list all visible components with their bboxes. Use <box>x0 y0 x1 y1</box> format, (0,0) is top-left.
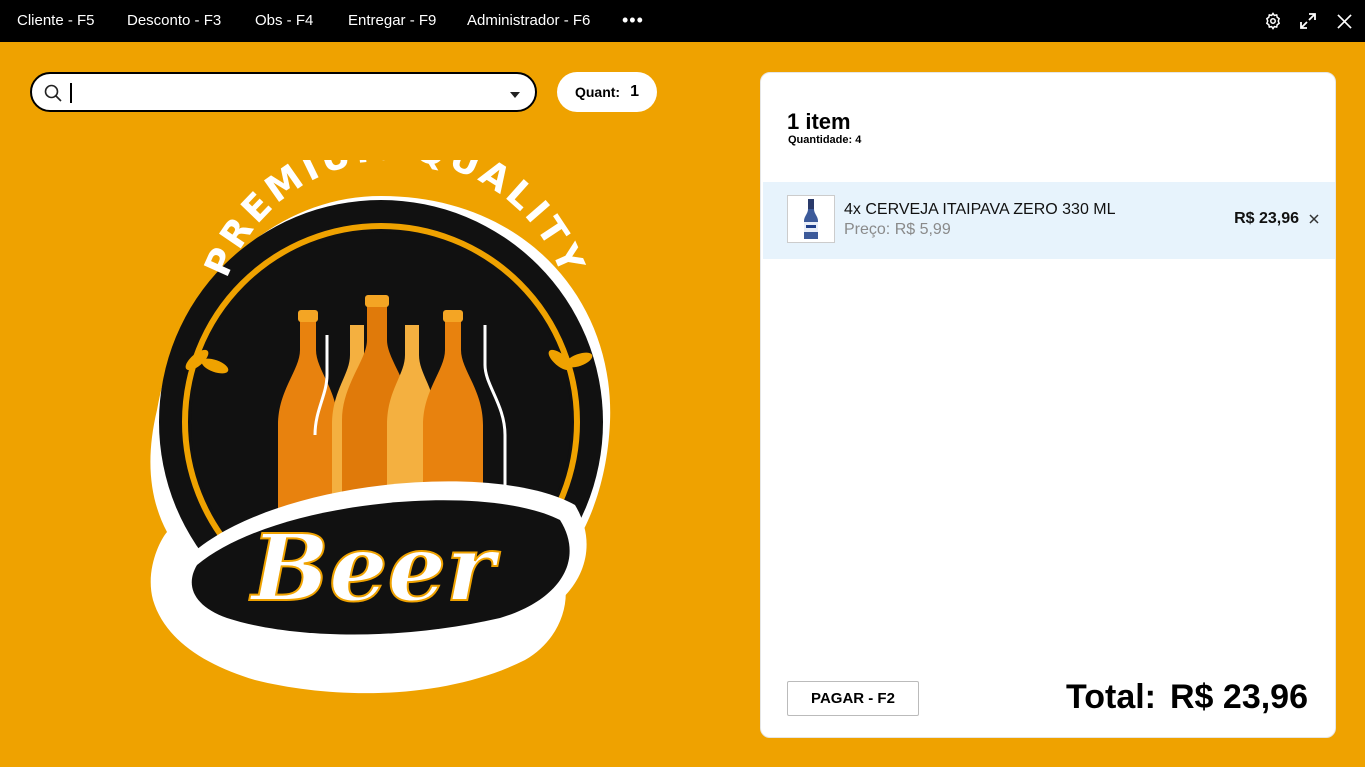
gear-icon[interactable] <box>1263 11 1283 31</box>
cart-quantity: Quantidade: 4 <box>788 134 862 146</box>
menu-entregar[interactable]: Entregar - F9 <box>348 12 436 29</box>
menu-obs[interactable]: Obs - F4 <box>255 12 313 29</box>
logo-script-text: Beer <box>248 514 501 622</box>
caret-down-icon[interactable] <box>509 87 521 98</box>
product-search-box[interactable] <box>30 72 537 112</box>
quantity-control[interactable]: Quant: 1 <box>557 72 657 112</box>
premium-quality-beer-logo: PREMIUM QUALITY Beer <box>150 160 611 694</box>
quantity-value[interactable]: 1 <box>630 83 639 101</box>
search-icon <box>43 83 63 103</box>
total-label: Total: <box>1065 678 1156 716</box>
cart-item-count: 1 item <box>787 109 851 134</box>
beer-bottle-icon <box>804 199 818 239</box>
menu-administrador[interactable]: Administrador - F6 <box>467 12 590 29</box>
pay-button[interactable]: PAGAR - F2 <box>787 681 919 716</box>
expand-icon[interactable] <box>1298 11 1318 31</box>
search-input[interactable] <box>68 80 488 104</box>
top-menu-bar: Cliente - F5 Desconto - F3 Obs - F4 Entr… <box>0 0 1365 42</box>
text-cursor <box>70 83 72 103</box>
remove-item-icon[interactable] <box>1307 212 1321 226</box>
grand-total: Total: R$ 23,96 <box>1066 678 1308 717</box>
product-thumbnail <box>787 195 835 243</box>
cart-item-total: R$ 23,96 <box>1234 210 1299 227</box>
quantity-label: Quant: <box>574 84 621 100</box>
cart-panel: 1 item Quantidade: 4 4x CERVEJA ITAIPAVA… <box>760 72 1336 738</box>
total-value: R$ 23,96 <box>1170 678 1308 716</box>
cart-item-unit-price: Preço: R$ 5,99 <box>844 221 951 238</box>
cart-item-name: 4x CERVEJA ITAIPAVA ZERO 330 ML <box>844 201 1116 218</box>
close-icon[interactable] <box>1334 11 1354 31</box>
cart-item-row[interactable]: 4x CERVEJA ITAIPAVA ZERO 330 ML Preço: R… <box>763 182 1335 259</box>
menu-desconto[interactable]: Desconto - F3 <box>127 12 221 29</box>
menu-cliente[interactable]: Cliente - F5 <box>17 12 95 29</box>
ellipsis-icon[interactable]: ••• <box>622 10 644 31</box>
